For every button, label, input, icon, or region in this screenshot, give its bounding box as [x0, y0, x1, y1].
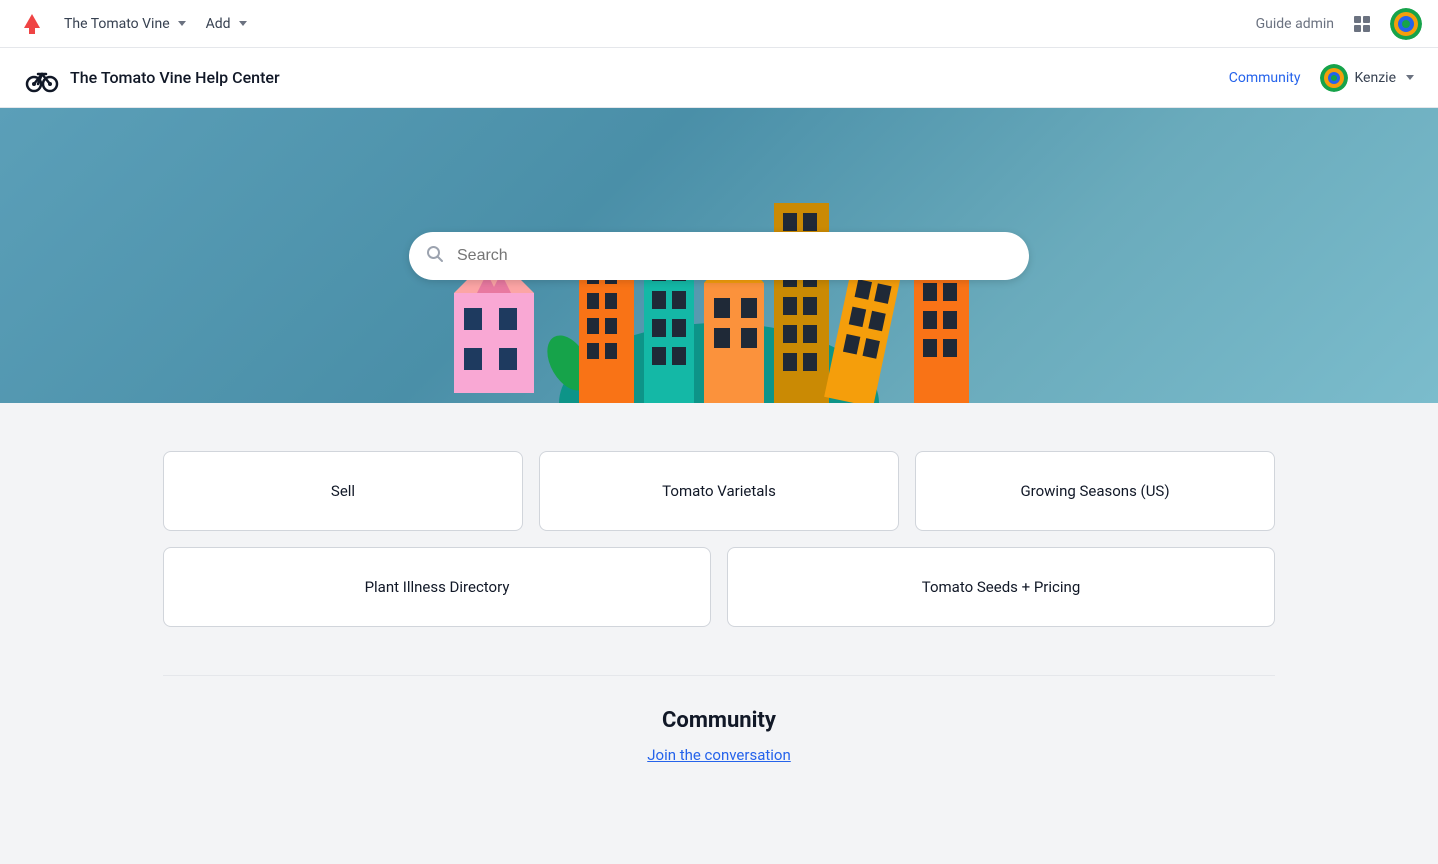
user-avatar[interactable] — [1390, 8, 1422, 40]
section-divider — [163, 675, 1275, 676]
admin-bar-right: Guide admin — [1256, 8, 1422, 40]
category-card-sell[interactable]: Sell — [163, 451, 523, 531]
community-section: Community Join the conversation — [163, 708, 1275, 804]
user-menu[interactable]: Kenzie — [1320, 64, 1414, 92]
grid-icon[interactable] — [1346, 8, 1378, 40]
category-card-growing-seasons[interactable]: Growing Seasons (US) — [915, 451, 1275, 531]
community-join-link[interactable]: Join the conversation — [647, 746, 791, 764]
category-cards-row2: Plant Illness Directory Tomato Seeds + P… — [163, 547, 1275, 627]
hero-banner — [0, 108, 1438, 403]
help-center-title: The Tomato Vine Help Center — [70, 68, 280, 87]
help-header: The Tomato Vine Help Center Community Ke… — [0, 48, 1438, 108]
brand-name: The Tomato Vine — [64, 16, 170, 32]
search-input[interactable] — [409, 232, 1029, 280]
category-card-tomato-varietals[interactable]: Tomato Varietals — [539, 451, 899, 531]
help-logo[interactable]: The Tomato Vine Help Center — [24, 60, 280, 96]
admin-bar: The Tomato Vine Add Guide admin — [0, 0, 1438, 48]
category-cards-row1: Sell Tomato Varietals Growing Seasons (U… — [163, 451, 1275, 531]
user-avatar-small — [1320, 64, 1348, 92]
main-content: Sell Tomato Varietals Growing Seasons (U… — [139, 403, 1299, 864]
category-card-plant-illness[interactable]: Plant Illness Directory — [163, 547, 711, 627]
brand-menu[interactable]: The Tomato Vine — [56, 12, 194, 36]
brand-logo-icon — [16, 8, 48, 40]
brand-chevron-icon — [178, 21, 186, 26]
community-link[interactable]: Community — [1229, 70, 1301, 86]
search-container — [409, 232, 1029, 280]
category-card-tomato-seeds[interactable]: Tomato Seeds + Pricing — [727, 547, 1275, 627]
guide-admin-link[interactable]: Guide admin — [1256, 16, 1334, 32]
community-title: Community — [163, 708, 1275, 733]
user-chevron-icon — [1406, 75, 1414, 80]
add-menu[interactable]: Add — [198, 12, 255, 36]
add-label: Add — [206, 16, 231, 32]
help-header-right: Community Kenzie — [1229, 64, 1414, 92]
user-name: Kenzie — [1354, 70, 1396, 86]
add-chevron-icon — [239, 21, 247, 26]
search-icon — [425, 244, 445, 268]
